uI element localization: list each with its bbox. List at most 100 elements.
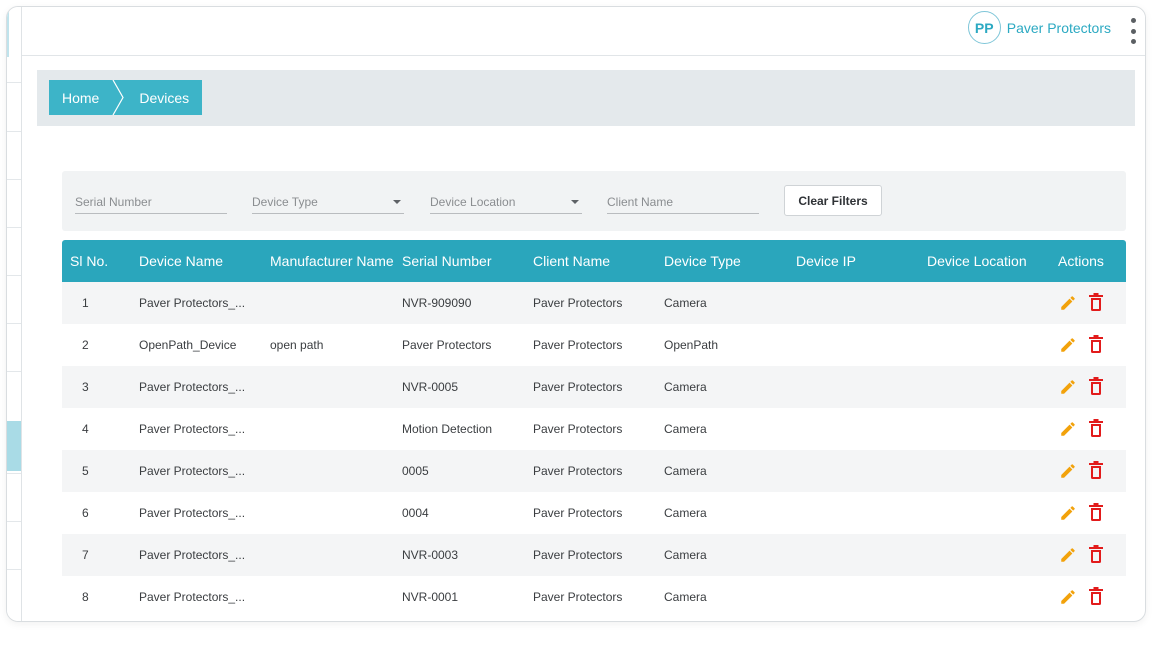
delete-icon[interactable] bbox=[1089, 461, 1103, 479]
breadcrumb-devices: Devices bbox=[139, 89, 190, 106]
cell-serial-number: NVR-0001 bbox=[402, 590, 459, 604]
device-location-select[interactable]: Device Location bbox=[430, 186, 582, 214]
breadcrumb: Home Devices bbox=[49, 80, 203, 115]
table-row[interactable]: 8 Paver Protectors_... NVR-0001 Paver Prote… bbox=[62, 576, 1126, 618]
cell-sl-no: 2 bbox=[82, 338, 89, 352]
table-row[interactable]: 2 OpenPath_Device open path Paver Protector… bbox=[62, 324, 1126, 366]
serial-number-filter-placeholder: Serial Number bbox=[75, 195, 152, 209]
sidebar-divider bbox=[7, 569, 21, 570]
cell-serial-number: NVR-0005 bbox=[402, 380, 459, 394]
column-header-device-ip: Device IP bbox=[796, 253, 856, 269]
cell-client-name: Paver Protectors bbox=[533, 338, 623, 352]
sidebar-divider bbox=[7, 371, 21, 372]
sidebar-item-devices[interactable] bbox=[7, 421, 21, 471]
edit-icon[interactable] bbox=[1059, 504, 1077, 522]
edit-icon[interactable] bbox=[1059, 420, 1077, 438]
cell-device-type: Camera bbox=[664, 296, 707, 310]
sidebar bbox=[7, 7, 22, 621]
edit-icon[interactable] bbox=[1059, 378, 1077, 396]
table-header: Sl No. Device Name Manufacturer Name Ser… bbox=[62, 240, 1126, 282]
breadcrumb-home[interactable]: Home bbox=[49, 90, 112, 106]
sidebar-accent bbox=[7, 7, 9, 57]
sidebar-divider bbox=[7, 275, 21, 276]
devices-card: Serial Number Device Type Device Locatio… bbox=[49, 147, 1127, 621]
cell-manufacturer-name: open path bbox=[270, 338, 324, 352]
cell-sl-no: 6 bbox=[82, 506, 89, 520]
cell-device-name: Paver Protectors_... bbox=[139, 380, 246, 394]
top-bar: PP Paver Protectors bbox=[22, 7, 1145, 56]
cell-device-name: Paver Protectors_... bbox=[139, 590, 246, 604]
cell-sl-no: 7 bbox=[82, 548, 89, 562]
table-row[interactable]: 7 Paver Protectors_... NVR-0003 Paver Prote… bbox=[62, 534, 1126, 576]
avatar[interactable]: PP bbox=[967, 11, 1001, 44]
cell-device-type: Camera bbox=[664, 506, 707, 520]
column-header-device-type: Device Type bbox=[664, 253, 741, 269]
device-type-select-placeholder: Device Type bbox=[252, 195, 318, 209]
cell-client-name: Paver Protectors bbox=[533, 506, 623, 520]
sidebar-divider bbox=[7, 521, 21, 522]
delete-icon[interactable] bbox=[1089, 293, 1103, 311]
cell-client-name: Paver Protectors bbox=[533, 422, 623, 436]
cell-device-name: Paver Protectors_... bbox=[139, 506, 246, 520]
sidebar-divider bbox=[7, 82, 21, 83]
filter-bar: Serial Number Device Type Device Locatio… bbox=[62, 171, 1126, 231]
cell-device-name: Paver Protectors_... bbox=[139, 296, 246, 310]
delete-icon[interactable] bbox=[1089, 335, 1103, 353]
cell-client-name: Paver Protectors bbox=[533, 296, 623, 310]
cell-serial-number: NVR-0003 bbox=[402, 548, 459, 562]
column-header-sl-no: Sl No. bbox=[70, 253, 109, 269]
delete-icon[interactable] bbox=[1089, 419, 1103, 437]
caret-down-icon bbox=[393, 200, 401, 204]
sidebar-divider bbox=[7, 131, 21, 132]
edit-icon[interactable] bbox=[1059, 462, 1077, 480]
cell-device-type: Camera bbox=[664, 464, 707, 478]
cell-sl-no: 1 bbox=[82, 296, 89, 310]
cell-device-name: Paver Protectors_... bbox=[139, 422, 246, 436]
user-profile[interactable]: PP Paver Protectors bbox=[967, 11, 1111, 44]
app-window: PP Paver Protectors Home Devices Serial … bbox=[6, 6, 1146, 622]
cell-sl-no: 8 bbox=[82, 590, 89, 604]
table-row[interactable]: 4 Paver Protectors_... Motion Detection Pav… bbox=[62, 408, 1126, 450]
edit-icon[interactable] bbox=[1059, 546, 1077, 564]
cell-client-name: Paver Protectors bbox=[533, 380, 623, 394]
caret-down-icon bbox=[571, 200, 579, 204]
cell-serial-number: Motion Detection bbox=[402, 422, 493, 436]
cell-device-type: Camera bbox=[664, 590, 707, 604]
delete-icon[interactable] bbox=[1089, 587, 1103, 605]
clear-filters-button[interactable]: Clear Filters bbox=[784, 185, 882, 216]
delete-icon[interactable] bbox=[1089, 377, 1103, 395]
edit-icon[interactable] bbox=[1059, 588, 1077, 606]
client-name-filter[interactable]: Client Name bbox=[607, 186, 759, 214]
chevron-right-icon bbox=[112, 80, 125, 115]
edit-icon[interactable] bbox=[1059, 336, 1077, 354]
delete-icon[interactable] bbox=[1089, 503, 1103, 521]
device-type-select[interactable]: Device Type bbox=[252, 186, 404, 214]
serial-number-filter[interactable]: Serial Number bbox=[75, 186, 227, 214]
cell-device-type: Camera bbox=[664, 380, 707, 394]
column-header-actions: Actions bbox=[1058, 253, 1104, 269]
column-header-manufacturer-name: Manufacturer Name bbox=[270, 253, 394, 269]
table-row[interactable]: 5 Paver Protectors_... 0005 Paver Protector… bbox=[62, 450, 1126, 492]
sidebar-divider bbox=[7, 473, 21, 474]
more-vert-icon[interactable] bbox=[1129, 18, 1137, 44]
cell-client-name: Paver Protectors bbox=[533, 590, 623, 604]
cell-client-name: Paver Protectors bbox=[533, 548, 623, 562]
cell-device-name: OpenPath_Device bbox=[139, 338, 237, 352]
organization-name[interactable]: Paver Protectors bbox=[1007, 20, 1111, 36]
table-row[interactable]: 6 Paver Protectors_... 0004 Paver Protector… bbox=[62, 492, 1126, 534]
cell-serial-number: Paver Protectors bbox=[402, 338, 492, 352]
cell-serial-number: 0004 bbox=[402, 506, 429, 520]
cell-serial-number: NVR-909090 bbox=[402, 296, 472, 310]
device-location-select-placeholder: Device Location bbox=[430, 195, 516, 209]
edit-icon[interactable] bbox=[1059, 294, 1077, 312]
cell-sl-no: 3 bbox=[82, 380, 89, 394]
cell-device-type: Camera bbox=[664, 548, 707, 562]
table-row[interactable]: 3 Paver Protectors_... NVR-0005 Paver Prote… bbox=[62, 366, 1126, 408]
delete-icon[interactable] bbox=[1089, 545, 1103, 563]
column-header-device-name: Device Name bbox=[139, 253, 224, 269]
devices-table-body: 1 Paver Protectors_... NVR-909090 Paver Pro… bbox=[62, 282, 1126, 618]
cell-sl-no: 4 bbox=[82, 422, 89, 436]
table-row[interactable]: 1 Paver Protectors_... NVR-909090 Paver Pro… bbox=[62, 282, 1126, 324]
cell-device-name: Paver Protectors_... bbox=[139, 464, 246, 478]
sidebar-divider bbox=[7, 323, 21, 324]
